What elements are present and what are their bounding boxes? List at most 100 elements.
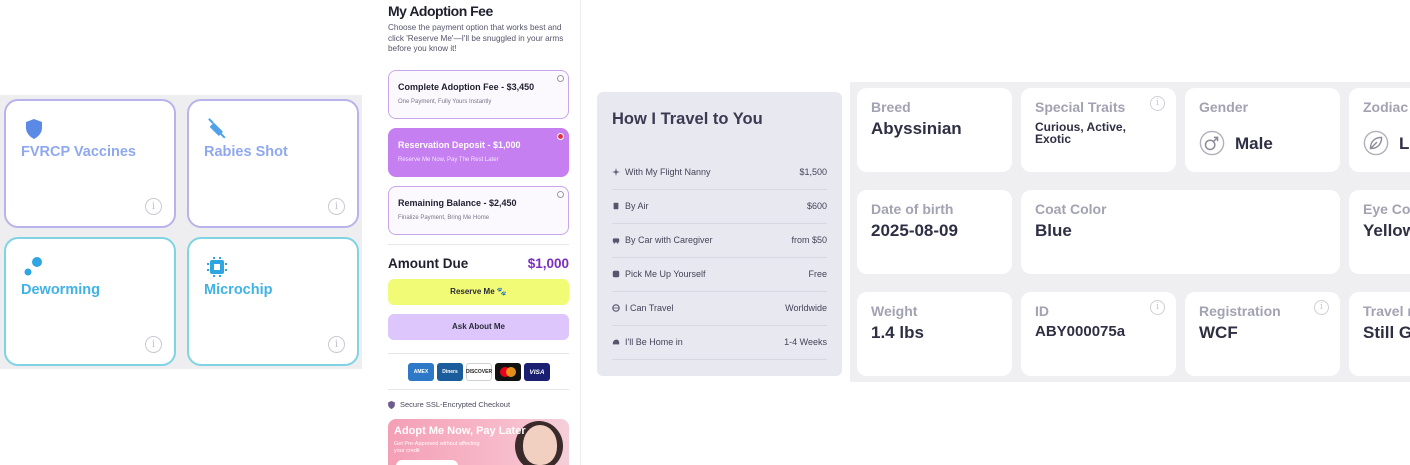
detail-id: ID ABY000075a i [1021, 292, 1176, 376]
health-card-deworming[interactable]: Deworming i [4, 237, 176, 366]
option-title: Remaining Balance - $2,450 [398, 198, 517, 208]
option-subtitle: One Payment, Fully Yours Instantly [398, 99, 492, 105]
travel-label: Pick Me Up Yourself [625, 269, 706, 279]
car-icon [612, 238, 620, 244]
travel-label: With My Flight Nanny [625, 167, 711, 177]
info-icon[interactable]: i [328, 336, 345, 353]
travel-value: Worldwide [785, 303, 827, 313]
detail-label: Registration [1199, 303, 1281, 319]
info-icon[interactable]: i [1150, 300, 1165, 315]
diners-card-icon: Diners [437, 363, 463, 381]
detail-value: Abyssinian [871, 119, 962, 138]
promo-title: Adopt Me Now, Pay Later [394, 425, 526, 437]
payment-option-full[interactable]: Complete Adoption Fee - $3,450 One Payme… [388, 70, 569, 119]
travel-title: How I Travel to You [612, 110, 763, 128]
divider [388, 389, 569, 390]
luggage-icon [613, 202, 619, 210]
travel-row: By Air $600 [612, 190, 827, 224]
detail-weight: Weight 1.4 lbs [857, 292, 1012, 376]
option-subtitle: Reserve Me Now, Pay The Rest Later [398, 157, 499, 163]
detail-value: Leo [1399, 134, 1410, 153]
detail-value: ABY000075a [1035, 323, 1126, 340]
secure-checkout: Secure SSL-Encrypted Checkout [388, 400, 510, 409]
radio-button[interactable] [557, 133, 564, 140]
travel-row: I Can Travel Worldwide [612, 292, 827, 326]
detail-breed: Breed Abyssinian [857, 88, 1012, 172]
amount-due-value: $1,000 [527, 256, 569, 271]
detail-label: ID [1035, 303, 1049, 319]
ask-about-me-button[interactable]: Ask About Me [388, 314, 569, 340]
health-card-label: Deworming [21, 282, 100, 298]
adoption-fee-panel: My Adoption Fee Choose the payment optio… [380, 0, 581, 465]
health-card-fvrcp[interactable]: FVRCP Vaccines i [4, 99, 176, 228]
detail-value: 1.4 lbs [871, 323, 924, 342]
option-subtitle: Finalize Payment, Bring Me Home [398, 215, 490, 221]
divider [580, 0, 581, 465]
health-panel: FVRCP Vaccines i Rabies Shot i Deworming… [0, 95, 362, 369]
health-card-label: Rabies Shot [204, 144, 288, 160]
amex-card-icon: AMEX [408, 363, 434, 381]
reserve-me-button[interactable]: Reserve Me 🐾 [388, 279, 569, 305]
detail-label: Special Traits [1035, 99, 1126, 115]
detail-value: Male [1235, 134, 1273, 153]
radio-button[interactable] [557, 191, 564, 198]
travel-label: By Air [625, 201, 649, 211]
travel-row: I'll Be Home in 1-4 Weeks [612, 326, 827, 360]
travel-row: With My Flight Nanny $1,500 [612, 156, 827, 190]
secure-text: Secure SSL-Encrypted Checkout [400, 400, 511, 409]
clock-icon [612, 339, 620, 345]
payment-methods: AMEX Diners DISCOVER VISA [408, 363, 550, 381]
travel-label: By Car with Caregiver [625, 235, 713, 245]
detail-label: Weight [871, 303, 918, 319]
detail-value: WCF [1199, 323, 1238, 342]
globe-icon [612, 304, 620, 312]
detail-label: Date of birth [871, 201, 954, 217]
detail-traits: Special Traits Curious, Active, Exotic i [1021, 88, 1176, 172]
syringe-icon [208, 118, 226, 139]
option-title: Complete Adoption Fee - $3,450 [398, 82, 535, 92]
travel-value: $600 [806, 201, 827, 211]
detail-dob: Date of birth 2025-08-09 [857, 190, 1012, 274]
pay-later-banner[interactable]: Adopt Me Now, Pay Later Get Pre-Approved… [388, 419, 569, 465]
info-icon[interactable]: i [1314, 300, 1329, 315]
fee-title: My Adoption Fee [388, 3, 493, 19]
shield-icon [26, 119, 42, 139]
plane-icon [612, 168, 620, 176]
travel-value: Free [808, 269, 827, 279]
health-card-microchip[interactable]: Microchip i [187, 237, 359, 366]
detail-zodiac: Zodiac Leo [1349, 88, 1410, 172]
travel-row: Pick Me Up Yourself Free [612, 258, 827, 292]
detail-registration: Registration WCF i [1185, 292, 1340, 376]
detail-label: Travel ready [1363, 303, 1410, 319]
info-icon[interactable]: i [328, 198, 345, 215]
shield-icon [388, 400, 395, 409]
travel-label: I'll Be Home in [625, 337, 683, 347]
pet-details-grid: Breed Abyssinian Special Traits Curious,… [850, 82, 1410, 382]
payment-option-deposit[interactable]: Reservation Deposit - $1,000 Reserve Me … [388, 128, 569, 177]
detail-travel-ready: Travel ready Still Growing [1349, 292, 1410, 376]
detail-label: Coat Color [1035, 201, 1107, 217]
detail-coat: Coat Color Blue [1021, 190, 1340, 274]
info-icon[interactable]: i [145, 198, 162, 215]
detail-value: Yellow [1363, 221, 1410, 240]
visa-card-icon: VISA [524, 363, 550, 381]
detail-label: Breed [871, 99, 911, 115]
payment-option-balance[interactable]: Remaining Balance - $2,450 Finalize Paym… [388, 186, 569, 235]
promo-button[interactable] [396, 460, 458, 465]
travel-row: By Car with Caregiver from $50 [612, 224, 827, 258]
divider [388, 244, 569, 245]
option-title: Reservation Deposit - $1,000 [398, 140, 521, 150]
radio-button[interactable] [557, 75, 564, 82]
detail-value: Curious, Active, Exotic [1035, 120, 1126, 146]
health-card-label: FVRCP Vaccines [21, 144, 136, 160]
info-icon[interactable]: i [145, 336, 162, 353]
mastercard-icon [495, 363, 521, 381]
travel-value: from $50 [791, 235, 827, 245]
info-icon[interactable]: i [1150, 96, 1165, 111]
detail-value: 2025-08-09 [871, 221, 958, 240]
discover-card-icon: DISCOVER [466, 363, 492, 381]
leaf-icon [1363, 130, 1389, 156]
detail-eye: Eye Color Yellow [1349, 190, 1410, 274]
travel-value: $1,500 [799, 167, 827, 177]
health-card-rabies[interactable]: Rabies Shot i [187, 99, 359, 228]
